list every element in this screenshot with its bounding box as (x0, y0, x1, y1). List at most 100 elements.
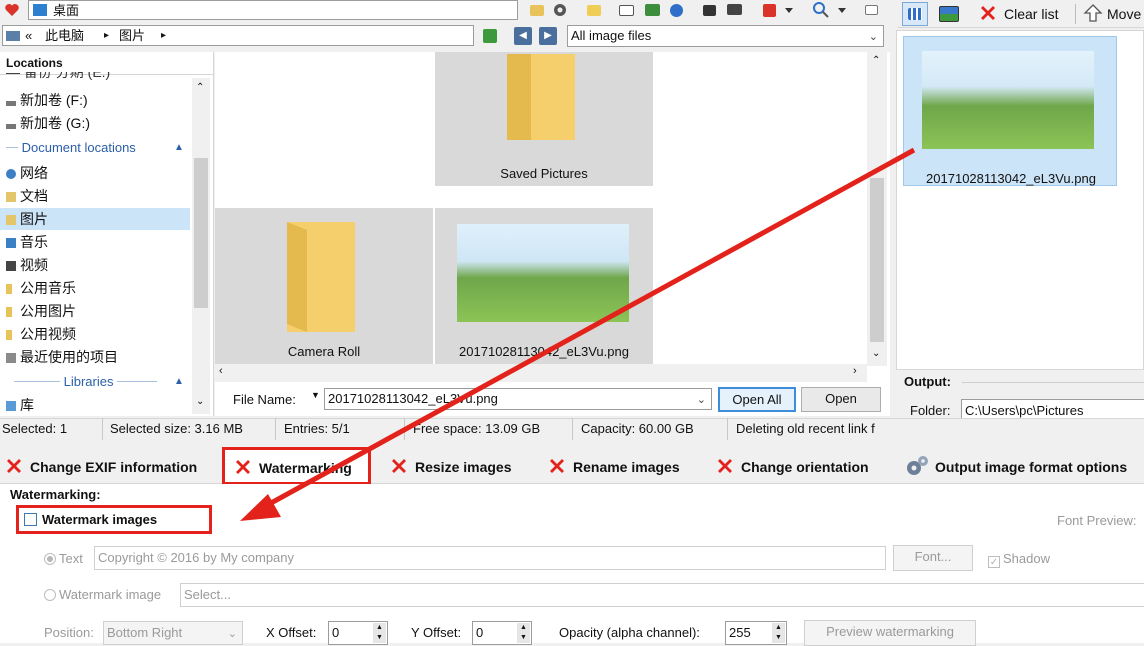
open-all-button[interactable]: Open All (718, 387, 796, 412)
radio-circle[interactable] (44, 589, 56, 601)
open-button[interactable]: Open (801, 387, 881, 412)
file-type-filter[interactable]: All image files ⌄ (567, 25, 884, 47)
sidebar-item-label: 文档 (20, 188, 48, 204)
radio-circle[interactable] (44, 553, 56, 565)
chevron-up-icon[interactable]: ▲ (174, 138, 184, 158)
sidebar-item-drive-g[interactable]: 新加卷 (G:) (6, 112, 90, 134)
watermark-image-radio[interactable]: Watermark image (44, 586, 161, 604)
toolbar-zoom-dropdown[interactable] (836, 1, 848, 19)
sidebar-scrollbar[interactable]: ⌃ ⌄ (192, 78, 210, 414)
chevron-up-icon[interactable]: ⌃ (196, 82, 204, 93)
tab-change-exif[interactable]: Change EXIF information (4, 452, 197, 482)
section-document-locations[interactable]: Document locations ▲ (6, 138, 186, 158)
location-combo[interactable]: 桌面 (28, 0, 518, 20)
shadow-checkbox[interactable]: ✓ Shadow (988, 550, 1050, 568)
y-offset-input[interactable]: 0 ▲ ▼ (472, 621, 532, 645)
grid-hscrollbar[interactable]: ‹ › (215, 364, 867, 382)
chevron-up-icon[interactable]: ▲ (174, 372, 184, 392)
tab-watermarking[interactable]: Watermarking (222, 447, 371, 485)
file-item-camera-roll[interactable]: Camera Roll (215, 208, 433, 364)
image-view-button[interactable] (936, 2, 964, 26)
crumb-pictures[interactable]: 图片 (119, 26, 145, 45)
tab-resize-images[interactable]: Resize images (389, 452, 512, 482)
crumb-this-pc[interactable]: 此电脑 (45, 26, 84, 45)
toolbar-color-button[interactable] (760, 1, 780, 19)
sidebar-item-library[interactable]: 库 (6, 394, 34, 416)
chevron-down-icon[interactable]: ⌄ (872, 348, 880, 359)
section-libraries[interactable]: Libraries ▲ (6, 372, 186, 392)
scrollbar-thumb[interactable] (870, 178, 884, 342)
chevron-left-icon[interactable]: ‹ (219, 365, 223, 377)
refresh-button[interactable] (480, 26, 500, 46)
spinner-icon[interactable]: ▲ ▼ (517, 623, 530, 643)
chevron-down-icon[interactable]: ▼ (311, 390, 320, 400)
sidebar-item-pictures[interactable]: 图片 (0, 208, 190, 230)
toolbar-chat-button[interactable] (862, 1, 882, 19)
sidebar-item-documents[interactable]: 文档 (6, 185, 48, 207)
toolbar-view3-button[interactable] (667, 1, 687, 19)
toolbar-zoom-button[interactable] (812, 1, 832, 19)
opacity-input[interactable]: 255 ▲ ▼ (725, 621, 787, 645)
red-x-icon (718, 459, 732, 473)
sidebar-item-videos[interactable]: 视频 (6, 254, 48, 276)
tab-change-orientation[interactable]: Change orientation (715, 452, 869, 482)
font-button[interactable]: Font... (893, 545, 973, 571)
forward-button[interactable]: ▶ (539, 27, 557, 45)
image-icon (645, 4, 660, 16)
watermark-images-checkbox[interactable]: Watermark images (24, 511, 157, 529)
sidebar-item-label: 新加卷 (G:) (20, 115, 90, 131)
move-button[interactable]: Move (1083, 2, 1144, 26)
watermark-text-input[interactable]: Copyright © 2016 by My company (94, 546, 886, 570)
clear-list-button[interactable]: Clear list (978, 2, 1070, 26)
address-bar[interactable]: « 此电脑 ▸ 图片 ▸ (2, 25, 474, 46)
toolbar-settings-button[interactable] (551, 1, 571, 19)
checkbox-box[interactable] (24, 513, 37, 526)
toolbar-edit-button[interactable] (584, 1, 604, 19)
checkbox-box[interactable]: ✓ (988, 556, 1000, 568)
toolbar-view1-button[interactable] (617, 1, 637, 19)
sidebar-item-public-pictures[interactable]: 公用图片 (6, 300, 76, 322)
sidebar-item-public-videos[interactable]: 公用视频 (6, 323, 76, 345)
chevron-right-icon: ▸ (104, 30, 110, 41)
sidebar-item-network[interactable]: 网络 (6, 162, 48, 184)
sidebar-item-recent[interactable]: 最近使用的项目 (6, 346, 118, 368)
x-offset-input[interactable]: 0 ▲ ▼ (328, 621, 388, 645)
position-select[interactable]: Bottom Right ⌄ (103, 621, 243, 645)
text-radio[interactable]: Text (44, 550, 83, 568)
chevron-down-icon[interactable]: ⌄ (196, 396, 204, 407)
toolbar-folder-button[interactable] (527, 1, 547, 19)
spinner-icon[interactable]: ▲ ▼ (373, 623, 386, 643)
spinner-icon[interactable]: ▲ ▼ (772, 623, 785, 643)
sidebar-item-partial[interactable]: — 备份 分期 (E:) (6, 72, 156, 80)
status-separator (404, 418, 405, 440)
address-back-arrow[interactable]: « (25, 26, 32, 45)
scrollbar-thumb[interactable] (194, 158, 208, 308)
file-item-png[interactable]: 20171028113042_eL3Vu.png (435, 208, 653, 364)
toolbar-dropdown-button[interactable] (783, 1, 795, 19)
recent-icon (6, 353, 16, 363)
sidebar-item-label: 新加卷 (F:) (20, 92, 88, 108)
sidebar-item-drive-f[interactable]: 新加卷 (F:) (6, 89, 88, 111)
heart-icon[interactable] (4, 2, 20, 18)
watermark-image-input[interactable]: Select... (180, 583, 1144, 607)
filename-input[interactable]: 20171028113042_eL3Vu.png ⌄ (324, 388, 712, 410)
tab-output-format[interactable]: Output image format options (905, 452, 1127, 482)
chevron-up-icon[interactable]: ⌃ (872, 55, 880, 66)
toolbar-view2-button[interactable] (643, 1, 663, 19)
thumbnail-view-button[interactable] (902, 2, 928, 26)
section-line (14, 381, 60, 382)
monitor-icon (727, 4, 742, 15)
toolbar-monitor-button[interactable] (725, 1, 745, 19)
sidebar-item-public-music[interactable]: 公用音乐 (6, 277, 76, 299)
preview-item[interactable]: 20171028113042_eL3Vu.png (903, 36, 1117, 186)
back-button[interactable]: ◀ (514, 27, 532, 45)
toolbar-print-button[interactable] (700, 1, 720, 19)
preview-watermarking-button[interactable]: Preview watermarking (804, 620, 976, 646)
drive-icon (6, 124, 16, 129)
sidebar-item-music[interactable]: 音乐 (6, 231, 48, 253)
grid-scrollbar[interactable]: ⌃ ⌄ (867, 52, 887, 366)
radio-label: Text (59, 551, 83, 566)
tab-rename-images[interactable]: Rename images (547, 452, 680, 482)
file-item-saved-pictures[interactable]: Saved Pictures (435, 52, 653, 186)
chevron-right-icon[interactable]: › (853, 365, 857, 377)
